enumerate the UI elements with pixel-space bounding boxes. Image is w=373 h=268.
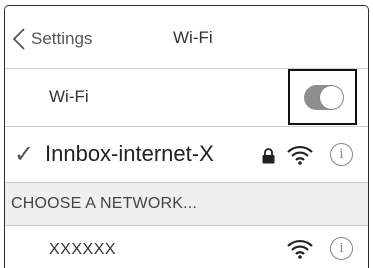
wifi-settings-screen: Settings Wi-Fi Wi-Fi ✓ Innbox-internet-X… bbox=[4, 5, 369, 268]
network-name: Innbox-internet-X bbox=[45, 141, 214, 166]
wifi-signal-icon bbox=[287, 239, 313, 259]
wifi-toggle-switch[interactable] bbox=[304, 85, 344, 110]
chevron-left-icon bbox=[13, 28, 25, 50]
back-button-label: Settings bbox=[31, 29, 93, 48]
checkmark-icon: ✓ bbox=[14, 141, 35, 168]
wifi-toggle-row: Wi-Fi bbox=[5, 69, 368, 127]
connected-network-row[interactable]: ✓ Innbox-internet-X i bbox=[5, 128, 368, 182]
page-title: Wi-Fi bbox=[173, 28, 213, 47]
network-list-item[interactable]: XXXXXX i bbox=[5, 227, 368, 268]
wifi-toggle-label: Wi-Fi bbox=[49, 87, 89, 106]
network-name: XXXXXX bbox=[49, 241, 117, 258]
section-header-label: CHOOSE A NETWORK... bbox=[11, 195, 198, 212]
info-icon[interactable]: i bbox=[330, 237, 353, 260]
info-icon[interactable]: i bbox=[330, 143, 353, 166]
back-button[interactable]: Settings bbox=[13, 28, 92, 50]
toggle-highlight-frame bbox=[288, 69, 357, 125]
wifi-signal-icon bbox=[287, 145, 313, 165]
navigation-bar: Settings Wi-Fi bbox=[5, 6, 368, 69]
toggle-knob bbox=[320, 86, 343, 109]
lock-icon bbox=[262, 148, 275, 164]
section-header: CHOOSE A NETWORK... bbox=[5, 182, 368, 226]
